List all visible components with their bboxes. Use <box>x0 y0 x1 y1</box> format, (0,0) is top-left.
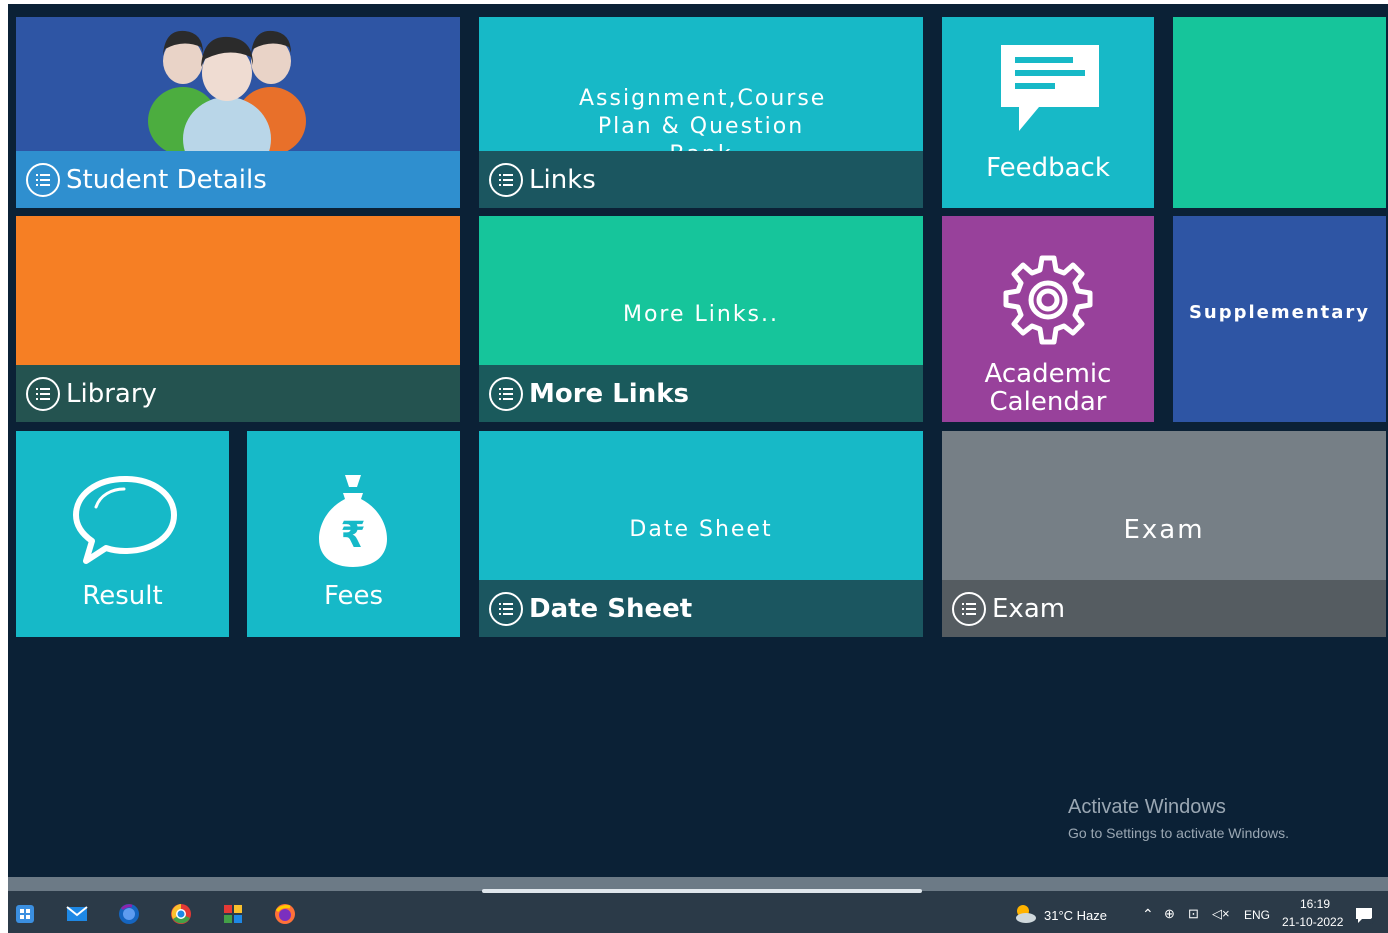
links-band: Links <box>479 151 923 208</box>
gear-icon <box>1003 255 1093 345</box>
list-icon <box>26 162 60 197</box>
tile-student-details[interactable]: Student Details <box>16 17 460 208</box>
meet-now-icon[interactable]: ⊕ <box>1164 906 1175 922</box>
money-bag-icon: ₹ <box>319 475 387 567</box>
app-icon[interactable] <box>220 901 246 927</box>
feedback-label: Feedback <box>986 153 1110 183</box>
library-band: Library <box>16 365 460 422</box>
notification-count: 2 <box>1370 917 1376 928</box>
academic-calendar-label-2: Calendar <box>989 387 1107 417</box>
tile-academic-calendar[interactable]: Academic Calendar <box>942 216 1154 422</box>
watermark-subtitle: Go to Settings to activate Windows. <box>1068 825 1289 841</box>
list-icon <box>952 591 986 626</box>
dashboard-screen: Student Details Assignment,Course Plan &… <box>8 4 1388 933</box>
date-sheet-label: Date Sheet <box>529 593 693 624</box>
tile-green-blank[interactable] <box>1173 17 1386 208</box>
tile-date-sheet[interactable]: Date Sheet Date Sheet <box>479 431 923 637</box>
more-links-band: More Links <box>479 365 923 422</box>
taskbar: 31°C Haze ⌃ ⊕ ⊡ ◁× ENG 16:19 21-10-2022 … <box>8 877 1388 933</box>
student-details-band: Student Details <box>16 151 460 208</box>
volume-muted-icon[interactable]: ◁× <box>1212 906 1230 922</box>
speech-bubble-icon <box>73 476 177 564</box>
activate-windows-watermark: Activate Windows Go to Settings to activ… <box>1068 796 1289 841</box>
tile-supplementary[interactable]: Supplementary <box>1173 216 1386 422</box>
clock-date[interactable]: 21-10-2022 <box>1282 915 1343 929</box>
weather-icon[interactable] <box>1012 901 1038 927</box>
clock-time[interactable]: 16:19 <box>1300 897 1330 911</box>
academic-calendar-label-1: Academic <box>984 359 1112 389</box>
date-sheet-headline: Date Sheet <box>629 517 773 542</box>
exam-headline: Exam <box>1123 515 1205 545</box>
student-details-label: Student Details <box>66 164 267 195</box>
network-icon[interactable]: ⊡ <box>1188 906 1199 922</box>
tile-fees[interactable]: ₹ Fees <box>247 431 460 637</box>
svg-text:₹: ₹ <box>340 515 365 556</box>
language-indicator[interactable]: ENG <box>1244 908 1270 922</box>
feedback-message-icon <box>1001 45 1099 131</box>
tile-more-links[interactable]: More Links.. More Links <box>479 216 923 422</box>
list-icon <box>489 591 523 626</box>
result-label: Result <box>82 581 163 611</box>
more-links-label: More Links <box>529 378 689 409</box>
scrollbar-thumb[interactable] <box>482 889 922 893</box>
chrome-icon[interactable] <box>168 901 194 927</box>
tile-library[interactable]: Library <box>16 216 460 422</box>
exam-band: Exam <box>942 580 1386 637</box>
watermark-title: Activate Windows <box>1068 796 1226 818</box>
fees-label: Fees <box>323 581 384 611</box>
list-icon <box>489 376 523 411</box>
list-icon <box>26 376 60 411</box>
date-sheet-band: Date Sheet <box>479 580 923 637</box>
tile-result[interactable]: Result <box>16 431 229 637</box>
tile-feedback[interactable]: Feedback <box>942 17 1154 208</box>
exam-label: Exam <box>992 593 1066 624</box>
firefox-icon[interactable] <box>272 901 298 927</box>
list-icon <box>489 162 523 197</box>
firefox-dev-icon[interactable] <box>116 901 142 927</box>
supplementary-label: Supplementary <box>1188 302 1371 323</box>
tile-links[interactable]: Assignment,Course Plan & Question Bank L… <box>479 17 923 208</box>
more-links-headline: More Links.. <box>622 302 780 327</box>
weather-text[interactable]: 31°C Haze <box>1044 908 1107 923</box>
start-icon[interactable] <box>12 901 38 927</box>
tile-exam[interactable]: Exam Exam <box>942 431 1386 637</box>
chevron-up-icon[interactable]: ⌃ <box>1142 906 1154 923</box>
students-group-icon <box>148 30 306 151</box>
library-label: Library <box>66 378 157 409</box>
mail-icon[interactable] <box>64 901 90 927</box>
links-label: Links <box>529 164 596 195</box>
